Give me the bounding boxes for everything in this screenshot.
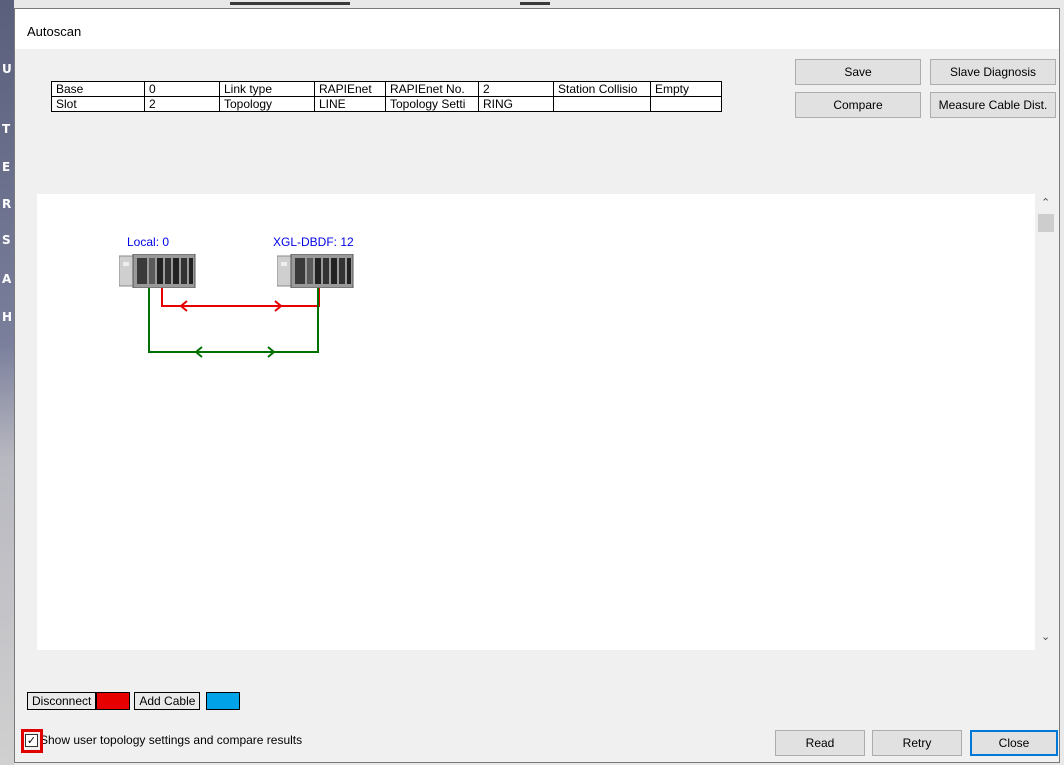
table-cell: Link type (219, 81, 315, 97)
scroll-down-icon[interactable]: ⌄ (1041, 630, 1050, 643)
topology-canvas[interactable]: Local: 0 XGL-DBDF: 12 (37, 194, 1035, 650)
background-app-panel: U T E R S A H (0, 0, 14, 765)
topology-links (148, 288, 320, 358)
background-letter: S (2, 233, 11, 247)
vertical-scrollbar[interactable]: ⌃ ⌄ (1037, 194, 1055, 650)
table-row: Base 0 Link type RAPIEnet RAPIEnet No. 2… (51, 81, 722, 97)
table-cell: Empty (650, 81, 722, 97)
scroll-up-icon[interactable]: ⌃ (1041, 196, 1050, 209)
table-cell: Base (51, 81, 145, 97)
save-button[interactable]: Save (795, 59, 921, 85)
info-table: Base 0 Link type RAPIEnet RAPIEnet No. 2… (51, 81, 722, 112)
slave-diagnosis-button[interactable]: Slave Diagnosis (930, 59, 1056, 85)
table-cell: LINE (314, 96, 386, 112)
background-letter: T (2, 122, 11, 136)
background-letter: A (2, 272, 12, 286)
background-toolbar-line (230, 2, 350, 5)
background-window-top (0, 0, 1064, 8)
background-letter: E (2, 160, 11, 174)
scrollbar-thumb[interactable] (1038, 214, 1054, 232)
table-cell: Topology (219, 96, 315, 112)
table-cell (650, 96, 722, 112)
window-title: Autoscan (27, 24, 82, 39)
background-toolbar-line (520, 2, 550, 5)
table-cell: Station Collisio (553, 81, 651, 97)
table-row: Slot 2 Topology LINE Topology Setti RING (51, 96, 722, 112)
retry-button[interactable]: Retry (872, 730, 962, 756)
table-cell: 0 (144, 81, 220, 97)
table-cell: Topology Setti (385, 96, 479, 112)
legend: Disconnect Add Cable (27, 691, 241, 711)
legend-label-add-cable: Add Cable (134, 692, 201, 710)
legend-swatch-disconnect (96, 692, 131, 710)
close-button[interactable]: Close (970, 730, 1058, 756)
table-cell: 2 (144, 96, 220, 112)
table-cell: 2 (478, 81, 554, 97)
show-user-topology-label: Show user topology settings and compare … (40, 733, 303, 747)
background-letter: U (2, 62, 12, 76)
show-user-topology-option[interactable]: ✓ Show user topology settings and compar… (25, 733, 302, 747)
background-letter: R (2, 197, 12, 211)
compare-button[interactable]: Compare (795, 92, 921, 118)
measure-cable-dist-button[interactable]: Measure Cable Dist. (930, 92, 1056, 118)
title-bar[interactable]: Autoscan (15, 9, 1059, 49)
autoscan-dialog: Autoscan Base 0 Link type RAPIEnet RAPIE… (14, 8, 1060, 763)
legend-label-disconnect: Disconnect (27, 692, 97, 710)
table-cell: RAPIEnet No. (385, 81, 479, 97)
table-cell (553, 96, 651, 112)
red-highlight-box (21, 729, 43, 753)
read-button[interactable]: Read (775, 730, 865, 756)
link-connected (148, 288, 319, 353)
table-cell: RING (478, 96, 554, 112)
background-letter: H (2, 310, 13, 324)
table-cell: RAPIEnet (314, 81, 386, 97)
table-cell: Slot (51, 96, 145, 112)
legend-swatch-add-cable (206, 692, 241, 710)
